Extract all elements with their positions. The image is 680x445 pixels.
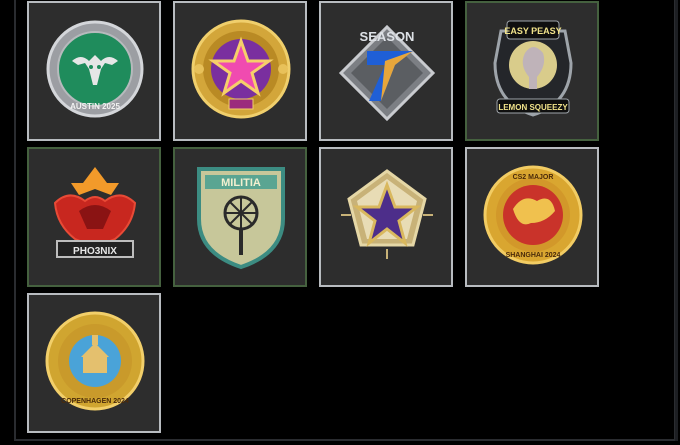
copenhagen-2024-coin-icon: COPENHAGEN 2024 [45, 311, 145, 411]
purple-star-coin-icon [191, 19, 291, 119]
svg-text:EASY PEASY: EASY PEASY [504, 26, 561, 36]
phoenix-pin-icon: PHO3NIX [53, 167, 137, 258]
svg-text:SHANGHAI 2024: SHANGHAI 2024 [506, 252, 561, 259]
svg-text:CS2 MAJOR: CS2 MAJOR [513, 174, 554, 181]
svg-text:PHO3NIX: PHO3NIX [73, 246, 117, 257]
easy-peasy-pin-icon: EASY PEASY LEMON SQUEEZY [493, 20, 573, 117]
militia-pin-icon: MILITIA [197, 167, 285, 270]
item-tile-militia[interactable]: MILITIA [173, 147, 307, 287]
item-tile-season[interactable]: SEASON [319, 1, 453, 141]
item-tile-phoenix[interactable]: PHO3NIX [27, 147, 161, 287]
austin-2025-medal-icon: AUSTIN 2025 [46, 20, 144, 118]
service-medal-star-icon [341, 169, 433, 259]
item-tile-shanghai-2024[interactable]: CS2 MAJOR SHANGHAI 2024 [465, 147, 599, 287]
item-grid: AUSTIN 2025 SEASON EASY PEASY LEMON SQUE… [27, 1, 607, 441]
item-tile-austin-2025[interactable]: AUSTIN 2025 [27, 1, 161, 141]
svg-text:AUSTIN 2025: AUSTIN 2025 [70, 102, 120, 111]
svg-text:COPENHAGEN 2024: COPENHAGEN 2024 [61, 398, 129, 405]
svg-text:LEMON SQUEEZY: LEMON SQUEEZY [498, 103, 568, 112]
season-medal-icon: SEASON [338, 24, 436, 122]
scrollbar[interactable] [675, 0, 678, 441]
item-tile-copenhagen-2024[interactable]: COPENHAGEN 2024 [27, 293, 161, 433]
item-tile-easy-peasy[interactable]: EASY PEASY LEMON SQUEEZY [465, 1, 599, 141]
item-tile-purple-star[interactable] [173, 1, 307, 141]
item-tile-service-star[interactable] [319, 147, 453, 287]
shanghai-2024-coin-icon: CS2 MAJOR SHANGHAI 2024 [483, 165, 583, 265]
svg-text:SEASON: SEASON [360, 29, 415, 44]
svg-text:MILITIA: MILITIA [221, 177, 261, 189]
